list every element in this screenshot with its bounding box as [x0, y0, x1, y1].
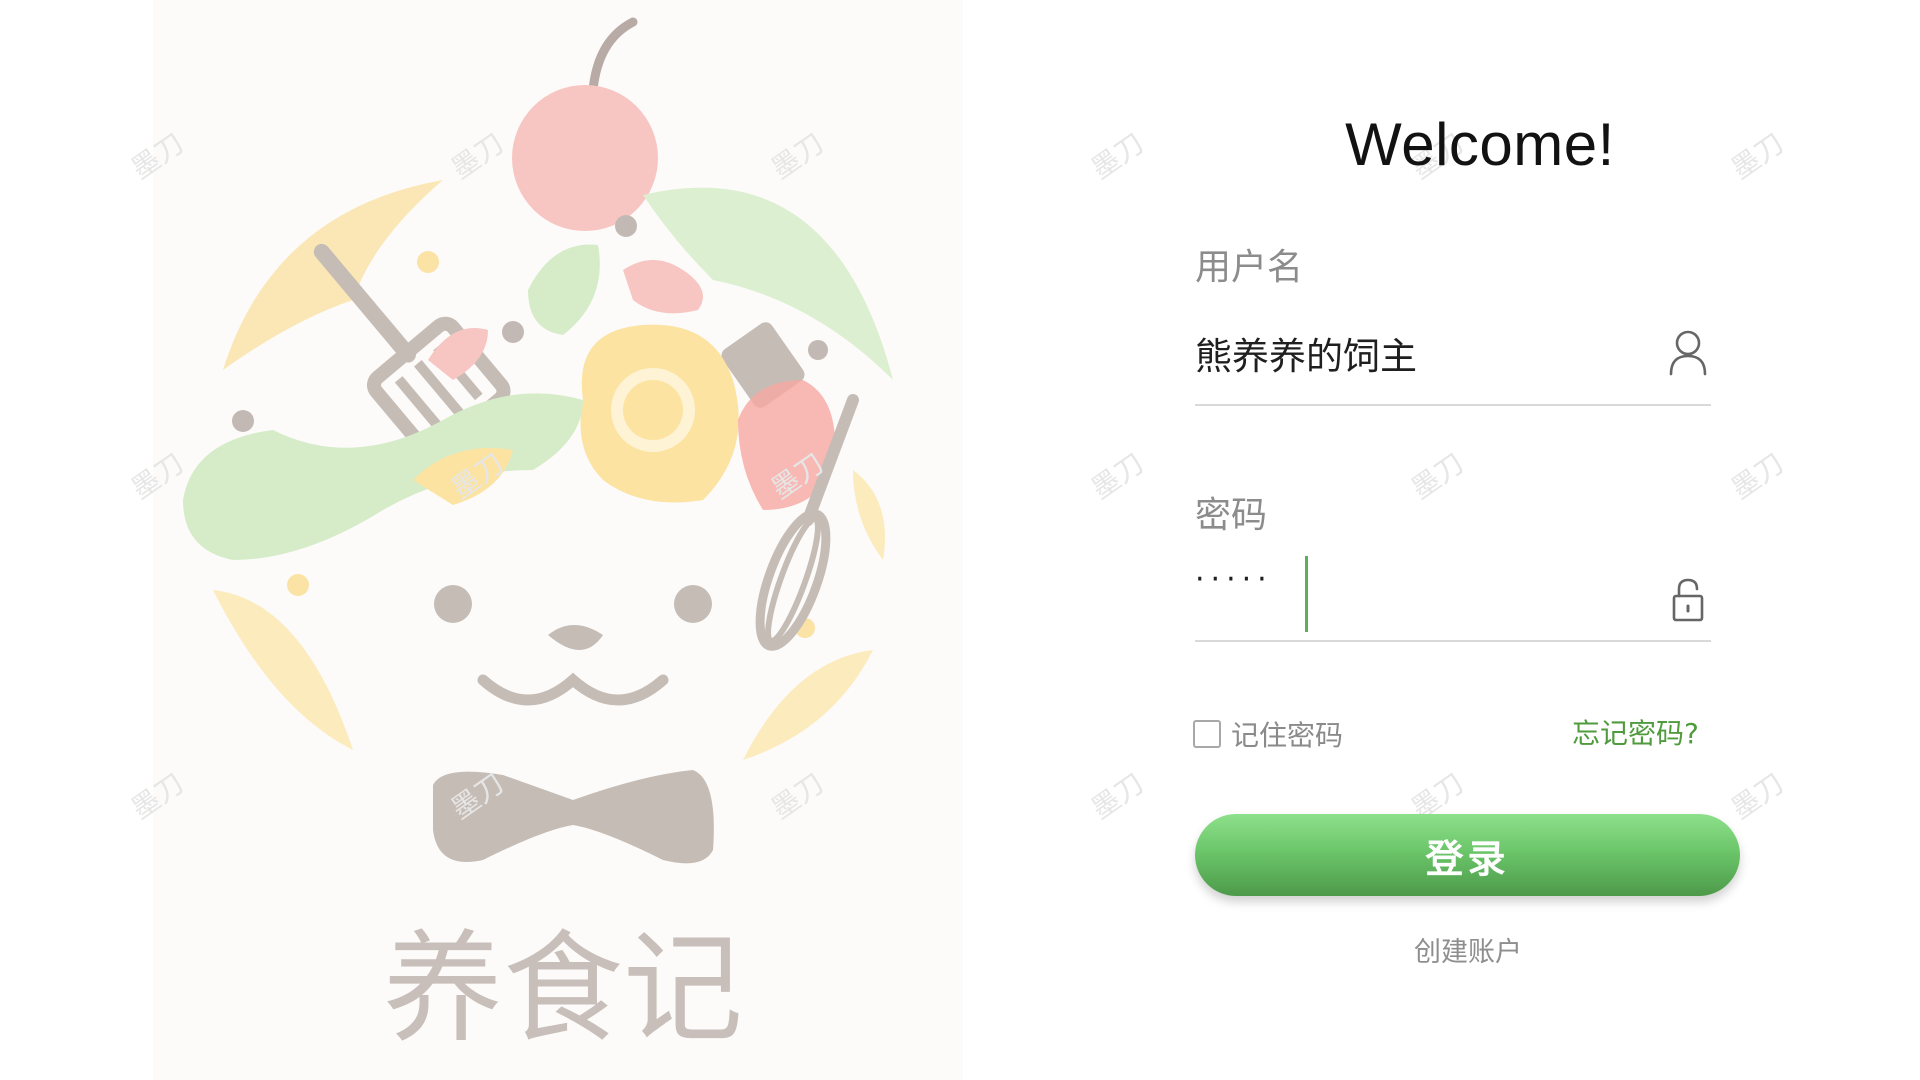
user-icon [1665, 328, 1711, 378]
password-field[interactable]: ····· [1195, 556, 1711, 642]
brand-illustration: 养食记 [153, 0, 963, 1080]
watermark-mark: 墨刀 [1725, 767, 1790, 826]
brand-logotype: 养食记 [383, 920, 743, 1059]
remember-checkbox[interactable] [1193, 720, 1221, 748]
unlock-icon [1665, 576, 1711, 626]
forgot-password-link[interactable]: 忘记密码? [1572, 712, 1699, 752]
remember-label: 记住密码 [1231, 719, 1344, 752]
watermark-mark: 墨刀 [1405, 447, 1470, 506]
watermark-mark: 墨刀 [1085, 767, 1150, 826]
remember-password[interactable]: 记住密码 [1193, 714, 1343, 754]
welcome-title: Welcome! [1345, 111, 1615, 178]
login-page: 养食记 墨刀 墨刀 墨刀 墨刀 墨刀 墨刀 墨刀 墨刀 墨刀 墨刀 墨刀 墨刀 … [0, 0, 1920, 1080]
password-value[interactable]: ····· [1195, 562, 1273, 597]
username-field[interactable]: 熊养养的饲主 [1195, 318, 1711, 406]
create-account-link[interactable]: 创建账户 [1390, 930, 1546, 969]
username-value[interactable]: 熊养养的饲主 [1195, 326, 1417, 380]
password-label: 密码 [1195, 495, 1268, 536]
username-label: 用户名 [1195, 247, 1304, 288]
watermark-mark: 墨刀 [1085, 127, 1150, 186]
cooking-bear-logo: 养食记 [183, 17, 893, 1059]
text-caret [1305, 556, 1308, 632]
login-button[interactable]: 登录 [1195, 814, 1740, 896]
watermark-mark: 墨刀 [1725, 447, 1790, 506]
watermark-mark: 墨刀 [1085, 447, 1150, 506]
